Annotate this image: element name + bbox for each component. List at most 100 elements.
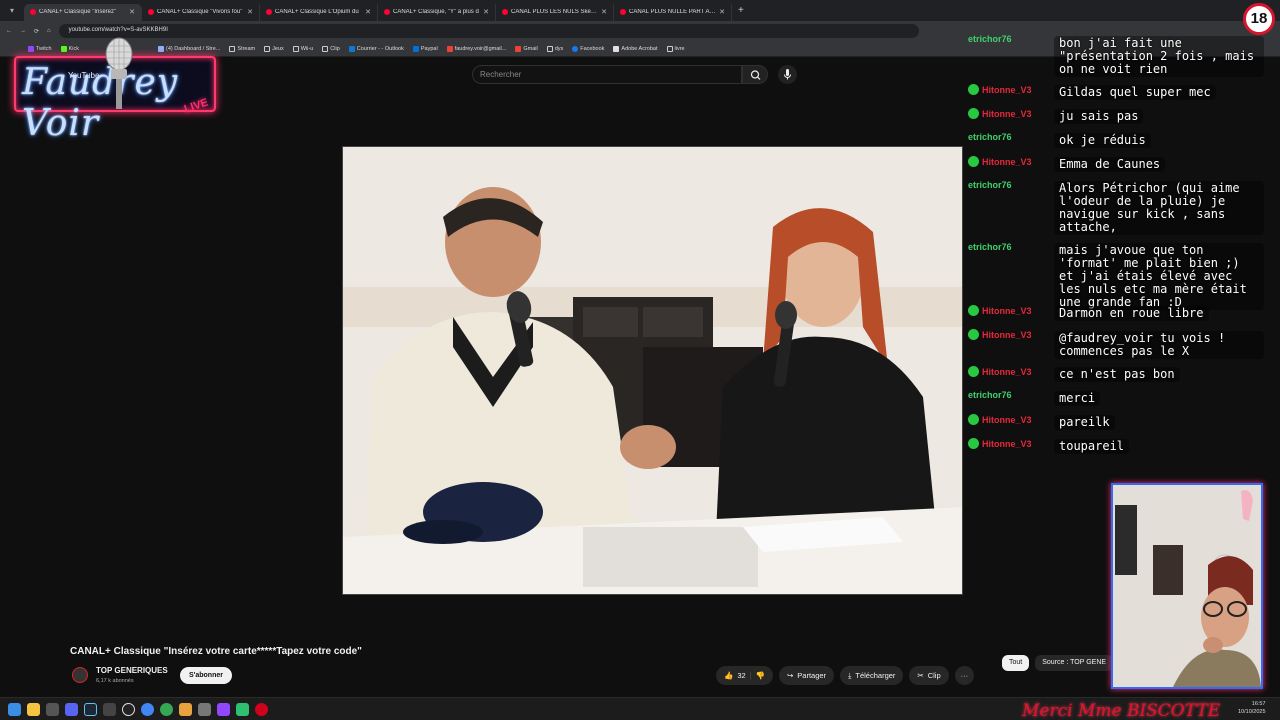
folder-icon[interactable] xyxy=(27,702,40,716)
close-icon[interactable]: ✕ xyxy=(129,8,135,16)
home-icon[interactable]: ⌂ xyxy=(47,28,51,34)
back-icon[interactable]: ← xyxy=(6,28,12,34)
close-icon[interactable]: ✕ xyxy=(365,8,371,16)
bookmark[interactable]: livre xyxy=(666,45,685,52)
new-tab-button[interactable]: + xyxy=(732,5,750,16)
chat-message: Gildas quel super mec xyxy=(1054,85,1216,100)
clip-label: Clip xyxy=(927,671,941,680)
folder-icon xyxy=(322,45,329,52)
app-icon[interactable] xyxy=(217,702,230,716)
username: Hitonne_V3 xyxy=(982,305,1032,316)
age-rating-badge: 18 xyxy=(1243,3,1275,35)
app-icon[interactable] xyxy=(65,702,78,716)
close-icon[interactable]: ✕ xyxy=(601,8,607,16)
search-input[interactable]: Rechercher xyxy=(472,65,742,84)
app-icon[interactable] xyxy=(179,702,192,716)
chat-message: ce n'est pas bon xyxy=(1054,367,1180,382)
chrome-icon[interactable] xyxy=(141,702,154,716)
subscribe-button[interactable]: S'abonner xyxy=(180,667,232,684)
bookmark[interactable]: faudrey.voir@gmail... xyxy=(446,45,506,52)
folder-icon xyxy=(229,45,236,52)
close-icon[interactable]: ✕ xyxy=(483,8,489,16)
voice-search-button[interactable] xyxy=(778,65,797,84)
bookmark[interactable]: (4) Dashboard / Stre... xyxy=(157,45,221,52)
username: Hitonne_V3 xyxy=(982,438,1032,449)
thumbs-down-icon[interactable]: 👎 xyxy=(756,671,765,680)
browser-tab[interactable]: CANAL+ Classique, "Y" a plus d ✕ xyxy=(378,3,496,21)
video-frame xyxy=(343,147,962,594)
outlook-icon xyxy=(348,45,355,52)
chat-message: Darmon en roue libre xyxy=(1054,306,1209,321)
close-icon[interactable]: ✕ xyxy=(719,8,725,16)
steam-icon[interactable] xyxy=(84,702,97,716)
search-button[interactable] xyxy=(742,65,768,84)
folder-icon xyxy=(546,45,553,52)
reload-icon[interactable]: ⟳ xyxy=(34,28,39,35)
calculator-icon[interactable] xyxy=(103,702,116,716)
like-button[interactable]: 👍 32 | 👎 xyxy=(716,666,773,685)
subscriber-badge-icon xyxy=(968,366,979,377)
url-field[interactable]: youtube.com/watch?v=S-avSKKBH9I xyxy=(58,24,919,38)
app-icon[interactable] xyxy=(198,702,211,716)
chat-message: Alors Pétrichor (qui aime l'odeur de la … xyxy=(1054,181,1264,235)
bookmark-label: (4) Dashboard / Stre... xyxy=(165,45,221,52)
folder-icon xyxy=(666,45,673,52)
bookmark[interactable]: Kick xyxy=(60,45,79,52)
obs-icon[interactable] xyxy=(122,702,135,716)
video-player[interactable] xyxy=(342,146,963,595)
bookmark[interactable]: Stream xyxy=(229,45,256,52)
bookmark[interactable]: Twitch xyxy=(28,45,52,52)
bookmark[interactable]: Wii-u xyxy=(292,45,313,52)
subscriber-badge-icon xyxy=(968,84,979,95)
tab-menu-icon[interactable]: ▾ xyxy=(0,6,24,15)
youtube-icon xyxy=(384,9,390,15)
chrome-icon[interactable] xyxy=(160,702,173,716)
browser-tab[interactable]: CANAL PLUS NULLE PART AILL ✕ xyxy=(614,3,732,21)
chip-all[interactable]: Tout xyxy=(1002,655,1030,671)
download-button[interactable]: ⤓ Télécharger xyxy=(840,666,904,685)
app-icon[interactable] xyxy=(255,702,268,716)
microphone-graphic-icon xyxy=(105,37,133,109)
close-icon[interactable]: ✕ xyxy=(247,8,253,16)
username: Hitonne_V3 xyxy=(982,84,1032,95)
app-icon[interactable] xyxy=(236,702,249,716)
bookmark[interactable]: Paypal xyxy=(412,45,438,52)
clip-button[interactable]: ✂ Clip xyxy=(909,666,949,685)
bookmark[interactable]: Courrier - - Outlook xyxy=(348,45,404,52)
more-actions-button[interactable]: ··· xyxy=(954,666,975,685)
bookmark[interactable]: dys xyxy=(546,45,563,52)
bookmark-label: Courrier - - Outlook xyxy=(356,45,404,52)
browser-tab[interactable]: CANAL+ Classique L'Opium du ✕ xyxy=(260,3,378,21)
facebook-icon xyxy=(572,45,579,52)
tab-title: CANAL PLUS LES NULS Sketch xyxy=(511,9,599,15)
subscriber-badge-icon xyxy=(968,156,979,167)
username: etrichor76 xyxy=(968,132,1012,142)
bookmark[interactable]: Adobe Acrobat xyxy=(613,45,658,52)
chat-message: @faudrey_voir tu vois ! commences pas le… xyxy=(1054,331,1264,359)
folder-icon xyxy=(264,45,271,52)
bookmark[interactable]: Facebook xyxy=(572,45,604,52)
subscriber-badge-icon xyxy=(968,438,979,449)
scissors-icon: ✂ xyxy=(917,671,924,680)
tab-title: CANAL PLUS NULLE PART AILL xyxy=(629,9,717,15)
windows-start-icon[interactable] xyxy=(8,702,21,716)
chip-source[interactable]: Source : TOP GENE xyxy=(1035,655,1114,671)
chat-username: Hitonne_V3 xyxy=(968,366,1032,377)
browser-tab[interactable]: CANAL+ Classique "Insérez" ✕ xyxy=(24,3,142,21)
webcam-overlay xyxy=(1111,483,1263,689)
browser-tab[interactable]: CANAL+ Classique "Vivons fou" ✕ xyxy=(142,3,260,21)
bookmark[interactable]: Clip xyxy=(322,45,340,52)
screen: ▾ CANAL+ Classique "Insérez" ✕ CANAL+ Cl… xyxy=(0,0,1280,720)
app-icon[interactable] xyxy=(46,702,59,716)
bookmark-label: Stream xyxy=(237,45,256,52)
channel-name[interactable]: TOP GENERIQUES xyxy=(96,666,168,675)
chat-username: etrichor76 xyxy=(968,132,1012,142)
video-title: CANAL+ Classique "Insérez votre carte***… xyxy=(70,646,362,657)
bookmark[interactable]: Jeux xyxy=(264,45,284,52)
bookmark[interactable]: Gmail xyxy=(515,45,538,52)
share-button[interactable]: ↪ Partager xyxy=(778,666,835,685)
chat-message: ok je réduis xyxy=(1054,133,1151,148)
channel-avatar[interactable] xyxy=(72,667,88,683)
forward-icon[interactable]: → xyxy=(20,28,26,34)
browser-tab[interactable]: CANAL PLUS LES NULS Sketch ✕ xyxy=(496,3,614,21)
